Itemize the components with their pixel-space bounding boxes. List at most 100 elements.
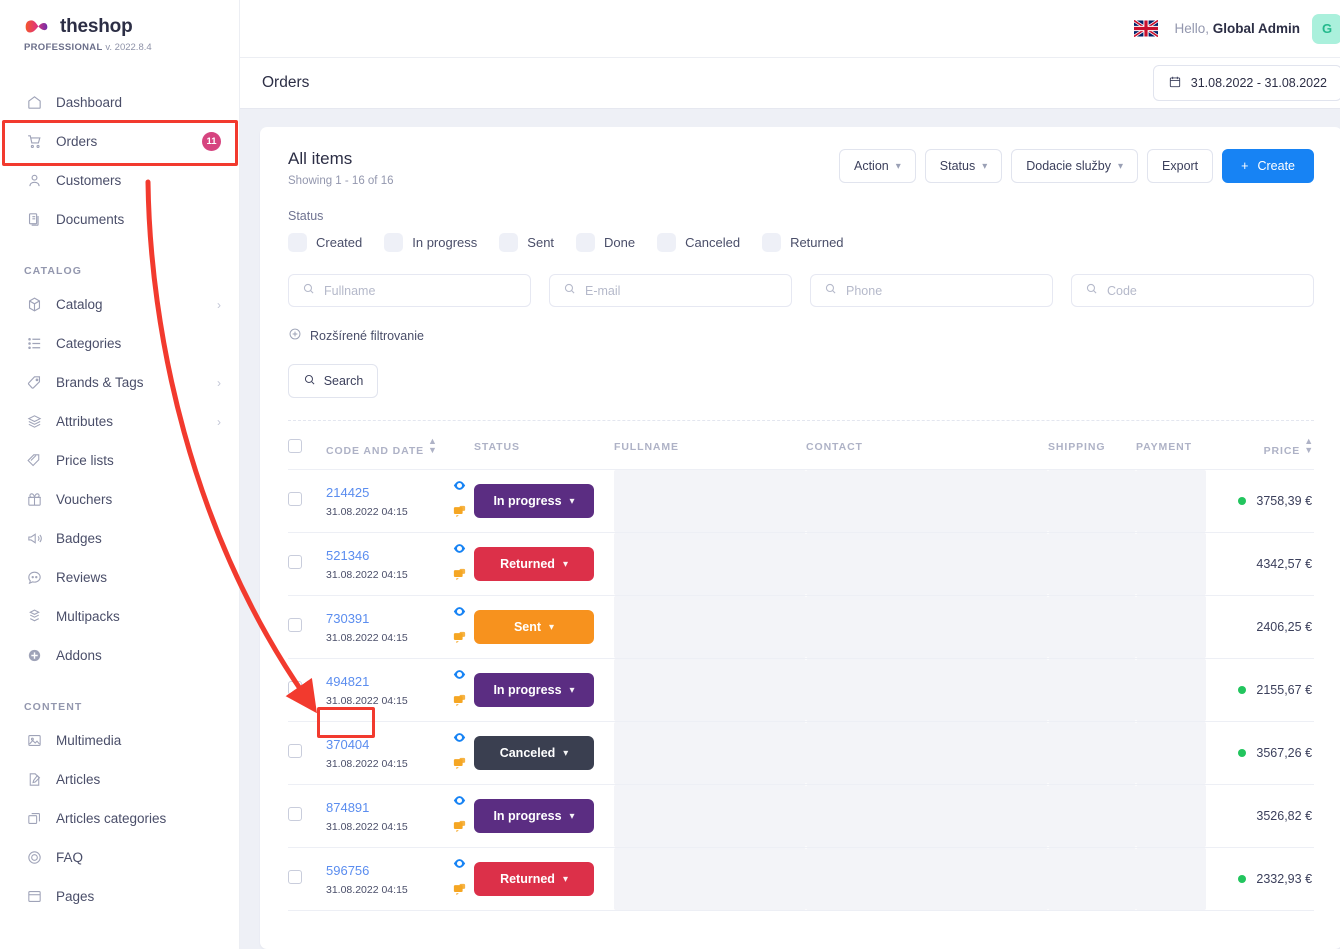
status-pill[interactable]: In progress ▾: [474, 799, 595, 833]
table-row[interactable]: 370404 31.08.2022 04:15 Canceled ▾ 3567,…: [288, 721, 1315, 785]
brand-logo[interactable]: theshop PROFESSIONAL v. 2022.8.4: [0, 0, 239, 53]
status-checkbox-label: Returned: [790, 235, 844, 250]
order-code-link[interactable]: 874891: [326, 800, 369, 815]
sort-icon[interactable]: ▲ ▼: [1304, 437, 1314, 455]
action-dropdown-button[interactable]: Action ▾: [838, 149, 916, 183]
uk-flag-icon[interactable]: [1133, 19, 1160, 38]
sidebar-item-pages[interactable]: Pages: [0, 877, 239, 916]
column-price[interactable]: PRICE▲ ▼: [1206, 421, 1315, 470]
phone-input[interactable]: Phone: [810, 274, 1053, 307]
sidebar-item-categories[interactable]: Categories: [0, 324, 239, 363]
sidebar-item-articles-categories[interactable]: Articles categories: [0, 799, 239, 838]
comment-icon[interactable]: [452, 693, 467, 713]
create-button[interactable]: + Create: [1222, 149, 1315, 183]
sidebar-item-dashboard[interactable]: Dashboard: [0, 83, 239, 122]
table-row[interactable]: 214425 31.08.2022 04:15 In progress ▾ 37…: [288, 469, 1315, 533]
infinity-logo-icon: [24, 17, 54, 37]
checkbox-box[interactable]: [384, 233, 404, 252]
order-code-link[interactable]: 370404: [326, 737, 369, 752]
select-all-checkbox[interactable]: [288, 438, 302, 453]
row-checkbox[interactable]: [288, 869, 302, 884]
view-icon[interactable]: [452, 541, 467, 561]
checkbox-box[interactable]: [657, 233, 677, 252]
order-code-link[interactable]: 214425: [326, 485, 369, 500]
row-checkbox[interactable]: [288, 743, 302, 758]
plus-icon: +: [1241, 159, 1249, 173]
sidebar-item-badges[interactable]: Badges: [0, 519, 239, 558]
status-pill[interactable]: In progress ▾: [474, 484, 595, 518]
sidebar-item-multipacks[interactable]: Multipacks: [0, 597, 239, 636]
sidebar-item-reviews[interactable]: Reviews: [0, 558, 239, 597]
status-pill[interactable]: Returned ▾: [474, 547, 595, 581]
sidebar-item-attributes[interactable]: Attributes ›: [0, 402, 239, 441]
status-checkbox-done[interactable]: Done: [576, 233, 635, 252]
code-input[interactable]: Code: [1071, 274, 1314, 307]
status-pill[interactable]: Returned ▾: [474, 862, 595, 896]
order-code-link[interactable]: 730391: [326, 611, 369, 626]
view-icon[interactable]: [452, 856, 467, 876]
view-icon[interactable]: [452, 478, 467, 498]
sort-icon[interactable]: ▲ ▼: [428, 437, 438, 455]
comment-icon[interactable]: [452, 819, 467, 839]
row-checkbox[interactable]: [288, 680, 302, 695]
fullname-input[interactable]: Fullname: [288, 274, 531, 307]
sidebar-item-multimedia[interactable]: Multimedia: [0, 721, 239, 760]
date-range-picker[interactable]: 31.08.2022 - 31.08.2022: [1152, 65, 1340, 101]
column-code-and-date[interactable]: CODE AND DATE▲ ▼: [326, 421, 475, 470]
avatar[interactable]: G: [1312, 13, 1340, 44]
status-checkbox-sent[interactable]: Sent: [499, 233, 554, 252]
export-button[interactable]: Export: [1147, 149, 1214, 183]
checkbox-box[interactable]: [762, 233, 782, 252]
row-checkbox[interactable]: [288, 491, 302, 506]
status-pill[interactable]: Canceled ▾: [474, 736, 595, 770]
sidebar-item-articles[interactable]: Articles: [0, 760, 239, 799]
row-payment-cell: [1136, 532, 1207, 596]
home-icon: [24, 93, 44, 113]
table-row[interactable]: 596756 31.08.2022 04:15 Returned ▾ 2332,…: [288, 847, 1315, 911]
view-icon[interactable]: [452, 730, 467, 750]
comment-icon[interactable]: [452, 756, 467, 776]
table-row[interactable]: 521346 31.08.2022 04:15 Returned ▾ 4342,…: [288, 532, 1315, 596]
order-code-link[interactable]: 494821: [326, 674, 369, 689]
sidebar-item-vouchers[interactable]: Vouchers: [0, 480, 239, 519]
sidebar-item-documents[interactable]: Documents: [0, 200, 239, 239]
comment-icon[interactable]: [452, 882, 467, 902]
table-row[interactable]: 494821 31.08.2022 04:15 In progress ▾ 21…: [288, 658, 1315, 722]
comment-icon[interactable]: [452, 504, 467, 524]
sidebar-item-faq[interactable]: FAQ: [0, 838, 239, 877]
search-button[interactable]: Search: [288, 364, 378, 398]
delivery-services-dropdown-button[interactable]: Dodacie služby ▾: [1011, 149, 1139, 183]
advanced-filter-toggle[interactable]: Rozšírené filtrovanie: [288, 327, 1314, 344]
row-checkbox[interactable]: [288, 806, 302, 821]
view-icon[interactable]: [452, 667, 467, 687]
row-checkbox[interactable]: [288, 554, 302, 569]
order-code-link[interactable]: 596756: [326, 863, 369, 878]
checkbox-box[interactable]: [576, 233, 596, 252]
status-checkbox-in-progress[interactable]: In progress: [384, 233, 477, 252]
sidebar-item-customers[interactable]: Customers: [0, 161, 239, 200]
view-icon[interactable]: [452, 793, 467, 813]
sidebar-item-orders[interactable]: Orders 11: [0, 122, 239, 161]
sidebar-item-addons[interactable]: Addons: [0, 636, 239, 675]
comment-icon[interactable]: [452, 630, 467, 650]
status-pill[interactable]: Sent ▾: [474, 610, 595, 644]
checkbox-box[interactable]: [499, 233, 519, 252]
row-price-cell: 4342,57 €: [1206, 532, 1315, 596]
sidebar-item-catalog[interactable]: Catalog ›: [0, 285, 239, 324]
comment-icon[interactable]: [452, 567, 467, 587]
status-checkbox-returned[interactable]: Returned: [762, 233, 844, 252]
status-checkbox-canceled[interactable]: Canceled: [657, 233, 740, 252]
sidebar-item-price-lists[interactable]: Price lists: [0, 441, 239, 480]
row-icons-cell: [444, 469, 475, 533]
order-code-link[interactable]: 521346: [326, 548, 369, 563]
row-checkbox[interactable]: [288, 617, 302, 632]
view-icon[interactable]: [452, 604, 467, 624]
status-checkbox-created[interactable]: Created: [288, 233, 362, 252]
sidebar-item-brands-tags[interactable]: Brands & Tags ›: [0, 363, 239, 402]
table-row[interactable]: 874891 31.08.2022 04:15 In progress ▾ 35…: [288, 784, 1315, 848]
email-input[interactable]: E-mail: [549, 274, 792, 307]
checkbox-box[interactable]: [288, 233, 307, 252]
status-dropdown-button[interactable]: Status ▾: [924, 149, 1003, 183]
status-pill[interactable]: In progress ▾: [474, 673, 595, 707]
table-row[interactable]: 730391 31.08.2022 04:15 Sent ▾ 2406,25 €: [288, 595, 1315, 659]
